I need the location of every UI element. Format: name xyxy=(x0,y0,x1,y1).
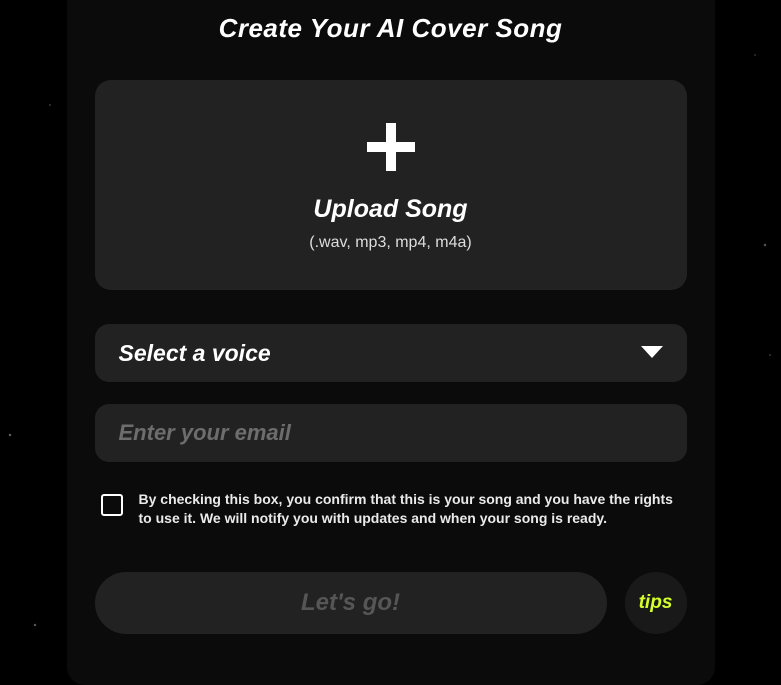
upload-label: Upload Song xyxy=(313,195,467,224)
voice-select[interactable]: Select a voice xyxy=(95,324,687,382)
consent-text: By checking this box, you confirm that t… xyxy=(139,490,681,528)
voice-select-placeholder: Select a voice xyxy=(119,340,271,367)
plus-icon xyxy=(363,119,419,175)
upload-formats: (.wav, mp3, mp4, m4a) xyxy=(309,234,471,252)
consent-row: By checking this box, you confirm that t… xyxy=(95,490,687,528)
page-title: Create Your AI Cover Song xyxy=(95,13,687,44)
email-field[interactable] xyxy=(95,404,687,462)
form-panel: Create Your AI Cover Song Upload Song (.… xyxy=(67,0,715,685)
tips-button[interactable]: tips xyxy=(625,572,687,634)
footer-row: Let's go! tips xyxy=(95,572,687,634)
upload-song-dropzone[interactable]: Upload Song (.wav, mp3, mp4, m4a) xyxy=(95,80,687,290)
submit-button[interactable]: Let's go! xyxy=(95,572,607,634)
chevron-down-icon xyxy=(641,346,663,360)
consent-checkbox[interactable] xyxy=(101,494,123,516)
